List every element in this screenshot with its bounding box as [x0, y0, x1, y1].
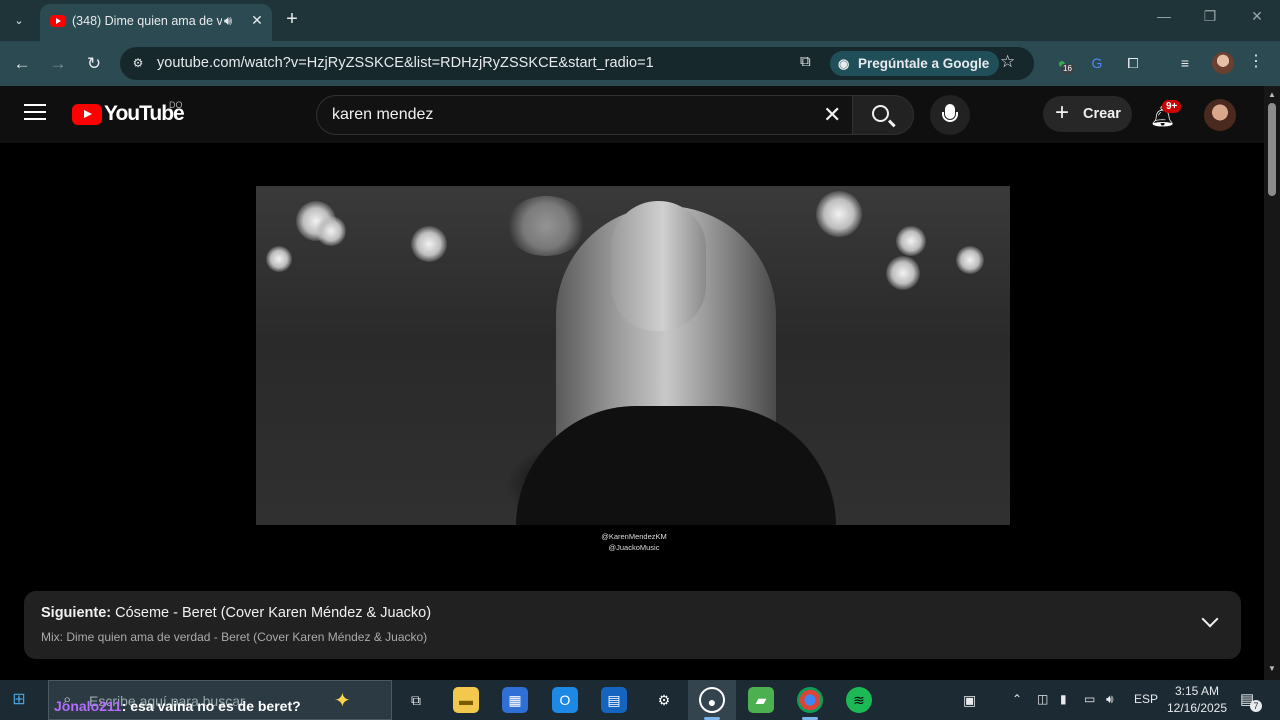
media-controls-icon[interactable]: ≡ [1174, 52, 1196, 74]
volume-icon[interactable]: 🔊︎ [1106, 692, 1114, 707]
browser-profile-avatar[interactable] [1212, 52, 1234, 74]
install-app-icon[interactable]: ⧉ [800, 53, 811, 70]
show-hidden-icons-chevron-up-icon[interactable]: ⌃ [1012, 692, 1022, 706]
task-view-icon[interactable]: ⧉ [403, 687, 429, 713]
address-bar[interactable]: ⚙ youtube.com/watch?v=HzjRyZSSKCE&list=R… [120, 47, 1034, 80]
chat-text: : esa vaina no es de beret? [121, 698, 301, 714]
country-code: DO [169, 100, 183, 110]
up-next-line: Siguiente: Cóseme - Beret (Cover Karen M… [41, 605, 431, 621]
clear-search-icon[interactable]: ✕ [823, 102, 841, 128]
search-icon [872, 105, 889, 122]
bokeh-light [316, 216, 346, 246]
bokeh-light [816, 191, 862, 237]
scroll-down-icon[interactable]: ▼ [1268, 664, 1276, 673]
meet-icon[interactable]: ◫ [1037, 692, 1048, 706]
stream-chat-message: Jonalo211: esa vaina no es de beret? [54, 698, 301, 714]
bokeh-light [506, 196, 586, 256]
reload-icon[interactable]: ↻ [81, 51, 107, 77]
obs-icon[interactable]: ● [699, 687, 725, 713]
forward-icon[interactable]: → [45, 51, 71, 77]
mix-title: Mix: Dime quien ama de verdad - Beret (C… [41, 630, 428, 644]
extensions-puzzle-icon[interactable]: ⧠ [1122, 52, 1144, 74]
search-button[interactable] [852, 95, 914, 135]
outlook-icon[interactable]: O [552, 687, 578, 713]
microsoft-store-icon[interactable]: ▦ [502, 687, 528, 713]
restore-icon[interactable]: ❐ [1195, 8, 1225, 25]
search-input[interactable]: karen mendez ✕ [316, 95, 852, 135]
close-tab-icon[interactable]: ✕ [248, 11, 266, 29]
browser-toolbar: ← → ↻ ⚙ youtube.com/watch?v=HzjRyZSSKCE&… [0, 41, 1280, 86]
person-face [611, 201, 706, 331]
youtube-favicon-icon [50, 15, 66, 27]
bokeh-light [886, 256, 920, 290]
site-info-icon[interactable]: ⚙ [128, 53, 148, 73]
network-icon[interactable]: ▭ [1084, 692, 1095, 706]
bokeh-light [956, 246, 984, 274]
up-next-panel[interactable]: Siguiente: Cóseme - Beret (Cover Karen M… [24, 591, 1241, 659]
plus-icon: + [1055, 99, 1070, 126]
bokeh-light [411, 226, 447, 262]
active-tab[interactable]: (348) Dime quien ama de ve 🔊︎ ✕ [40, 4, 272, 41]
watermark-line-1: @KarenMendezKM [601, 532, 667, 541]
youtube-logo-icon[interactable] [72, 104, 102, 125]
browser-menu-icon[interactable]: ⋮ [1248, 51, 1264, 71]
windows-taskbar: ⊞ ⌕ Escribe aquí para buscar Jonalo211: … [0, 680, 1280, 720]
extension-chat-icon[interactable]: ● 16 [1051, 52, 1074, 74]
watermark-line-2: @JuackoMusic [608, 543, 660, 552]
scrollbar-thumb[interactable] [1268, 103, 1276, 196]
translate-icon[interactable]: G [1086, 52, 1108, 74]
microphone-tray-icon[interactable]: ▮ [1060, 692, 1067, 706]
bluestacks-icon[interactable]: ▰ [748, 687, 774, 713]
url-text[interactable]: youtube.com/watch?v=HzjRyZSSKCE&list=RDH… [157, 55, 654, 71]
microphone-stand [942, 112, 958, 122]
notification-badge: 9+ [1162, 100, 1182, 113]
youtube-header: YouTube DO karen mendez ✕ + Crear 🔔︎ 9+ [0, 86, 1264, 143]
hamburger-menu-icon[interactable] [24, 104, 46, 122]
bookmark-star-icon[interactable]: ☆ [1000, 52, 1015, 72]
new-tab-icon[interactable]: + [282, 8, 302, 30]
chat-username: Jonalo211 [54, 698, 122, 714]
bokeh-light [896, 226, 926, 256]
tab-title: (348) Dime quien ama de ve [72, 14, 222, 28]
start-windows-icon[interactable]: ⊞ [6, 687, 32, 713]
clock-time: 3:15 AM [1174, 684, 1220, 698]
chrome-icon[interactable] [797, 687, 823, 713]
bokeh-light [266, 246, 292, 272]
up-next-prefix: Siguiente: [41, 605, 112, 621]
create-label: Crear [1083, 106, 1121, 122]
news-widget-icon[interactable]: ▣ [963, 692, 976, 709]
close-window-icon[interactable]: ✕ [1242, 8, 1272, 25]
tab-strip: ⌄ (348) Dime quien ama de ve 🔊︎ ✕ + — ❐ … [0, 0, 1280, 41]
account-avatar[interactable] [1204, 99, 1236, 131]
scroll-up-icon[interactable]: ▲ [1268, 90, 1276, 99]
tab-search-dropdown-icon[interactable]: ⌄ [8, 9, 30, 31]
video-watermark: @KarenMendezKM @JuackoMusic [598, 531, 670, 553]
speaker-icon[interactable]: 🔊︎ [224, 13, 232, 29]
minimize-icon[interactable]: — [1149, 8, 1179, 24]
extension-badge: 16 [1061, 64, 1074, 74]
ask-google-button[interactable]: ◉ Pregúntale a Google [830, 51, 1000, 76]
steam-icon[interactable]: ⚙ [651, 687, 677, 713]
back-icon[interactable]: ← [9, 51, 35, 77]
spotify-icon[interactable]: ≋ [846, 687, 872, 713]
chevron-down-icon[interactable] [1201, 610, 1219, 628]
clock-date: 12/16/2025 [1166, 701, 1228, 715]
create-button[interactable]: + Crear [1043, 96, 1132, 132]
up-next-title: Cóseme - Beret (Cover Karen Méndez & Jua… [115, 605, 432, 621]
page-scrollbar[interactable]: ▲ ▼ [1264, 86, 1280, 680]
sparkle-icon: ✦ [334, 690, 351, 712]
notification-count: 7 [1250, 700, 1262, 712]
ask-google-label: Pregúntale a Google [858, 56, 990, 71]
system-clock[interactable]: 3:15 AM 12/16/2025 [1162, 683, 1232, 717]
voice-search-button[interactable] [930, 95, 970, 135]
search-value[interactable]: karen mendez [332, 106, 433, 124]
monitor-app-icon[interactable]: ▤ [601, 687, 627, 713]
google-lens-icon: ◉ [838, 56, 850, 71]
file-explorer-icon[interactable]: ▬ [453, 687, 479, 713]
video-player[interactable] [256, 186, 1010, 525]
language-indicator[interactable]: ESP [1134, 692, 1158, 706]
